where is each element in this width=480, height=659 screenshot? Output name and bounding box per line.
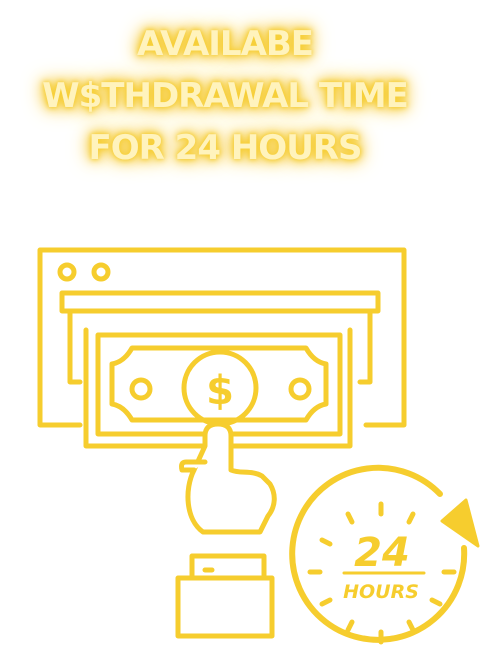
headline-line-2: W$THDRAWAL TIME xyxy=(42,76,409,116)
timer-number: 24 xyxy=(354,530,410,576)
atm-indicator-light-1 xyxy=(57,262,77,282)
withdrawal-illustration: $ 24 HOURS xyxy=(37,247,480,645)
atm-indicator-light-2 xyxy=(91,262,111,282)
headline-line-1: AVAILABE xyxy=(136,24,314,64)
headline-line-3: FOR 24 HOURS xyxy=(88,128,363,168)
hand-icon xyxy=(175,421,277,639)
timer-unit-label: HOURS xyxy=(343,581,419,603)
headline: AVAILABE W$THDRAWAL TIME FOR 24 HOURS xyxy=(0,18,450,174)
bill-dollar-sign: $ xyxy=(206,368,234,414)
